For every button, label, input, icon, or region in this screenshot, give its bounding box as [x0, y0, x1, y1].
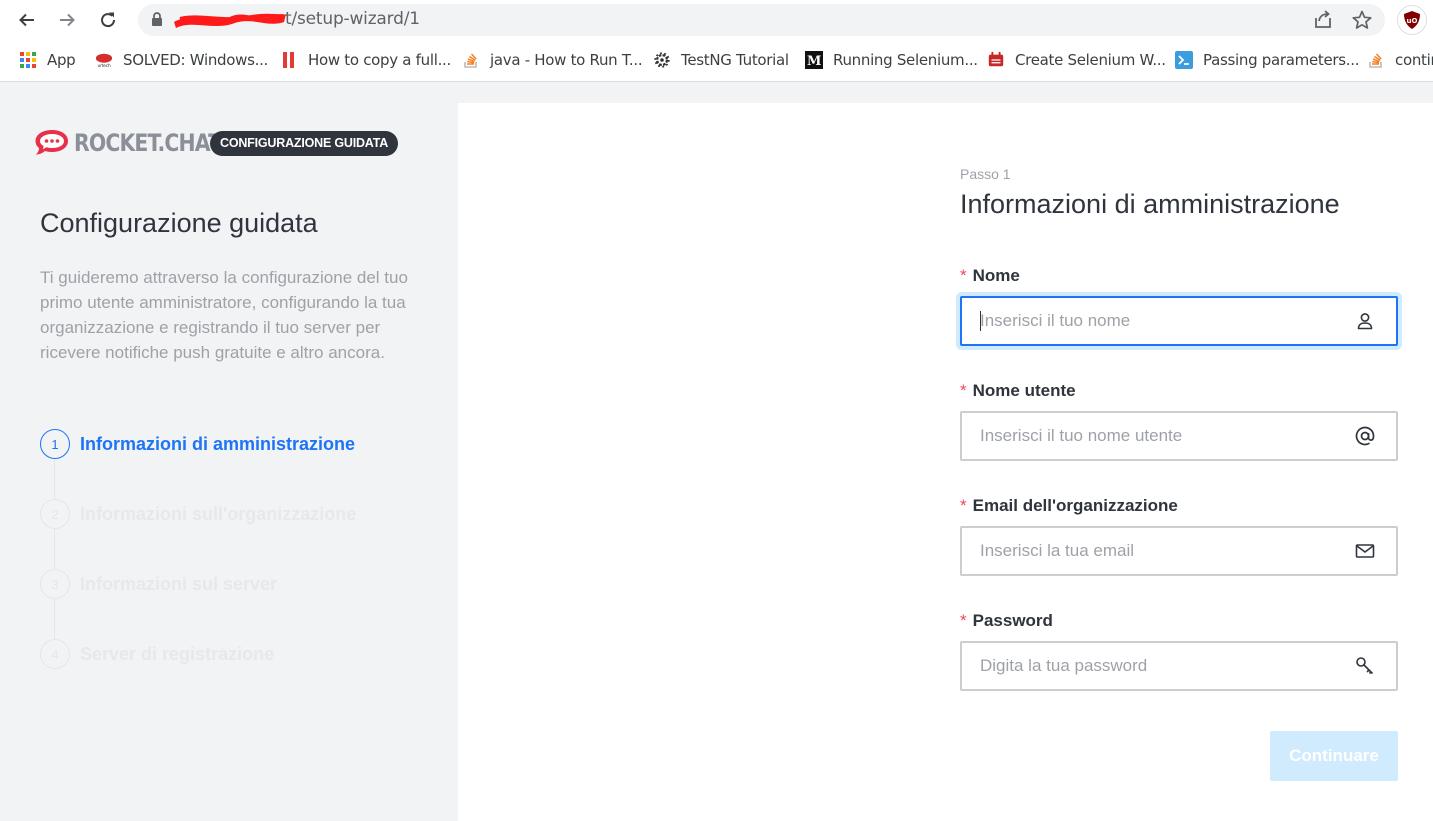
lock-icon — [152, 12, 162, 26]
step-number: 2 — [40, 499, 70, 529]
step-number: 4 — [40, 639, 70, 669]
username-label: * Nome utente — [960, 381, 1076, 401]
name-label: * Nome — [960, 266, 1020, 286]
required-mark: * — [960, 611, 967, 630]
password-input[interactable] — [962, 643, 1342, 689]
bookmark-label: contin — [1395, 51, 1433, 69]
step-connector — [54, 459, 55, 499]
gear-icon — [653, 51, 671, 69]
bookmark-label: App — [47, 51, 76, 69]
medium-icon: M — [805, 51, 823, 69]
browser-toolbar: t/setup-wizard/1 uO — [0, 0, 1433, 40]
key-icon — [1356, 657, 1374, 675]
bookmark-create-selenium[interactable]: Create Selenium W... — [987, 50, 1166, 70]
docs-icon — [1175, 51, 1193, 69]
bookmark-label: SOLVED: Windows... — [123, 51, 269, 69]
username-field — [960, 411, 1398, 461]
continue-button[interactable]: Continuare — [1270, 731, 1398, 781]
urtech-icon: urtech — [95, 51, 113, 69]
reload-button[interactable] — [96, 8, 120, 32]
selenium-icon — [987, 51, 1005, 69]
user-icon — [1357, 313, 1373, 330]
red-bars-icon — [280, 51, 298, 69]
svg-text:M: M — [807, 54, 821, 69]
username-label-text: Nome utente — [972, 381, 1076, 400]
mail-icon — [1355, 544, 1375, 558]
email-label-text: Email dell'organizzazione — [972, 496, 1178, 515]
email-label: * Email dell'organizzazione — [960, 496, 1178, 516]
setup-sidebar: ROCKET.CHAT CONFIGURAZIONE GUIDATA Confi… — [0, 83, 458, 821]
bookmark-passing-parameters[interactable]: Passing parameters... — [1175, 50, 1359, 70]
step-connector — [54, 529, 55, 569]
reload-icon — [101, 12, 116, 28]
wizard-step-3: 3 Informazioni sul server — [40, 569, 277, 599]
sidebar-description: Ti guideremo attraverso la configurazion… — [40, 268, 408, 362]
bookmark-label: Create Selenium W... — [1015, 51, 1166, 69]
name-field — [960, 296, 1398, 346]
sidebar-title: Configurazione guidata — [40, 208, 318, 238]
wizard-step-1: 1 Informazioni di amministrazione — [40, 429, 355, 459]
at-icon — [1355, 426, 1375, 446]
ublock-shield-icon: uO — [1404, 11, 1420, 29]
ublock-extension-button[interactable]: uO — [1397, 5, 1427, 35]
bookmark-label: Running Selenium... — [833, 51, 978, 69]
email-input[interactable] — [962, 528, 1342, 574]
email-field — [960, 526, 1398, 576]
step-label: Informazioni di amministrazione — [80, 433, 356, 454]
required-mark: * — [960, 266, 967, 285]
step-label: Informazioni sull'organizzazione — [80, 503, 357, 524]
admin-info-form-panel: Passo 1 Informazioni di amministrazione … — [458, 103, 1433, 821]
url-text: t/setup-wizard/1 — [285, 9, 420, 29]
arrow-right-icon — [60, 13, 75, 27]
username-input[interactable] — [962, 413, 1342, 459]
bookmark-running-selenium[interactable]: M Running Selenium... — [805, 50, 978, 70]
step-connector — [54, 599, 55, 639]
back-button[interactable] — [15, 8, 39, 32]
form-title: Informazioni di amministrazione — [960, 189, 1340, 219]
svg-text:uO: uO — [1407, 17, 1418, 25]
svg-text:urtech: urtech — [98, 63, 111, 69]
step-label: Informazioni sul server — [80, 573, 278, 594]
required-mark: * — [960, 381, 967, 400]
rocketchat-logo-icon — [35, 130, 68, 155]
step-number: 1 — [40, 429, 70, 459]
step-number: 3 — [40, 569, 70, 599]
name-label-text: Nome — [972, 266, 1020, 285]
stackoverflow-icon — [462, 51, 480, 69]
bookmark-label: TestNG Tutorial — [681, 51, 789, 69]
arrow-left-icon — [19, 13, 34, 27]
password-label-text: Password — [972, 611, 1053, 630]
bookmark-how-to-copy[interactable]: How to copy a full... — [280, 50, 451, 70]
forward-button[interactable] — [55, 8, 79, 32]
bookmark-solved-windows[interactable]: urtech SOLVED: Windows... — [95, 50, 268, 70]
bookmark-contin[interactable]: contin — [1367, 50, 1433, 70]
step-caption: Passo 1 — [960, 166, 1011, 182]
bookmark-app[interactable]: App — [19, 50, 76, 70]
password-field — [960, 641, 1398, 691]
step-label: Server di registrazione — [80, 643, 275, 664]
bookmark-java-run[interactable]: java - How to Run T... — [462, 50, 643, 70]
bookmark-label: How to copy a full... — [308, 51, 451, 69]
stackoverflow-icon — [1367, 51, 1385, 69]
redaction-mark — [174, 13, 286, 28]
wizard-step-2: 2 Informazioni sull'organizzazione — [40, 499, 356, 529]
password-label: * Password — [960, 611, 1053, 631]
bookmark-label: java - How to Run T... — [490, 51, 643, 69]
apps-grid-icon — [19, 51, 37, 69]
bookmark-testng[interactable]: TestNG Tutorial — [653, 50, 789, 70]
logo-wordmark: ROCKET.CHAT — [74, 129, 222, 157]
setup-wizard-badge: CONFIGURAZIONE GUIDATA — [210, 131, 399, 156]
wizard-step-4: 4 Server di registrazione — [40, 639, 274, 669]
share-icon[interactable] — [1312, 9, 1334, 31]
bookmarks-bar: App urtech SOLVED: Windows... How to cop… — [0, 40, 1433, 82]
bookmark-label: Passing parameters... — [1203, 51, 1360, 69]
required-mark: * — [960, 496, 967, 515]
star-bookmark-icon[interactable] — [1351, 9, 1373, 31]
name-input[interactable] — [962, 298, 1342, 344]
